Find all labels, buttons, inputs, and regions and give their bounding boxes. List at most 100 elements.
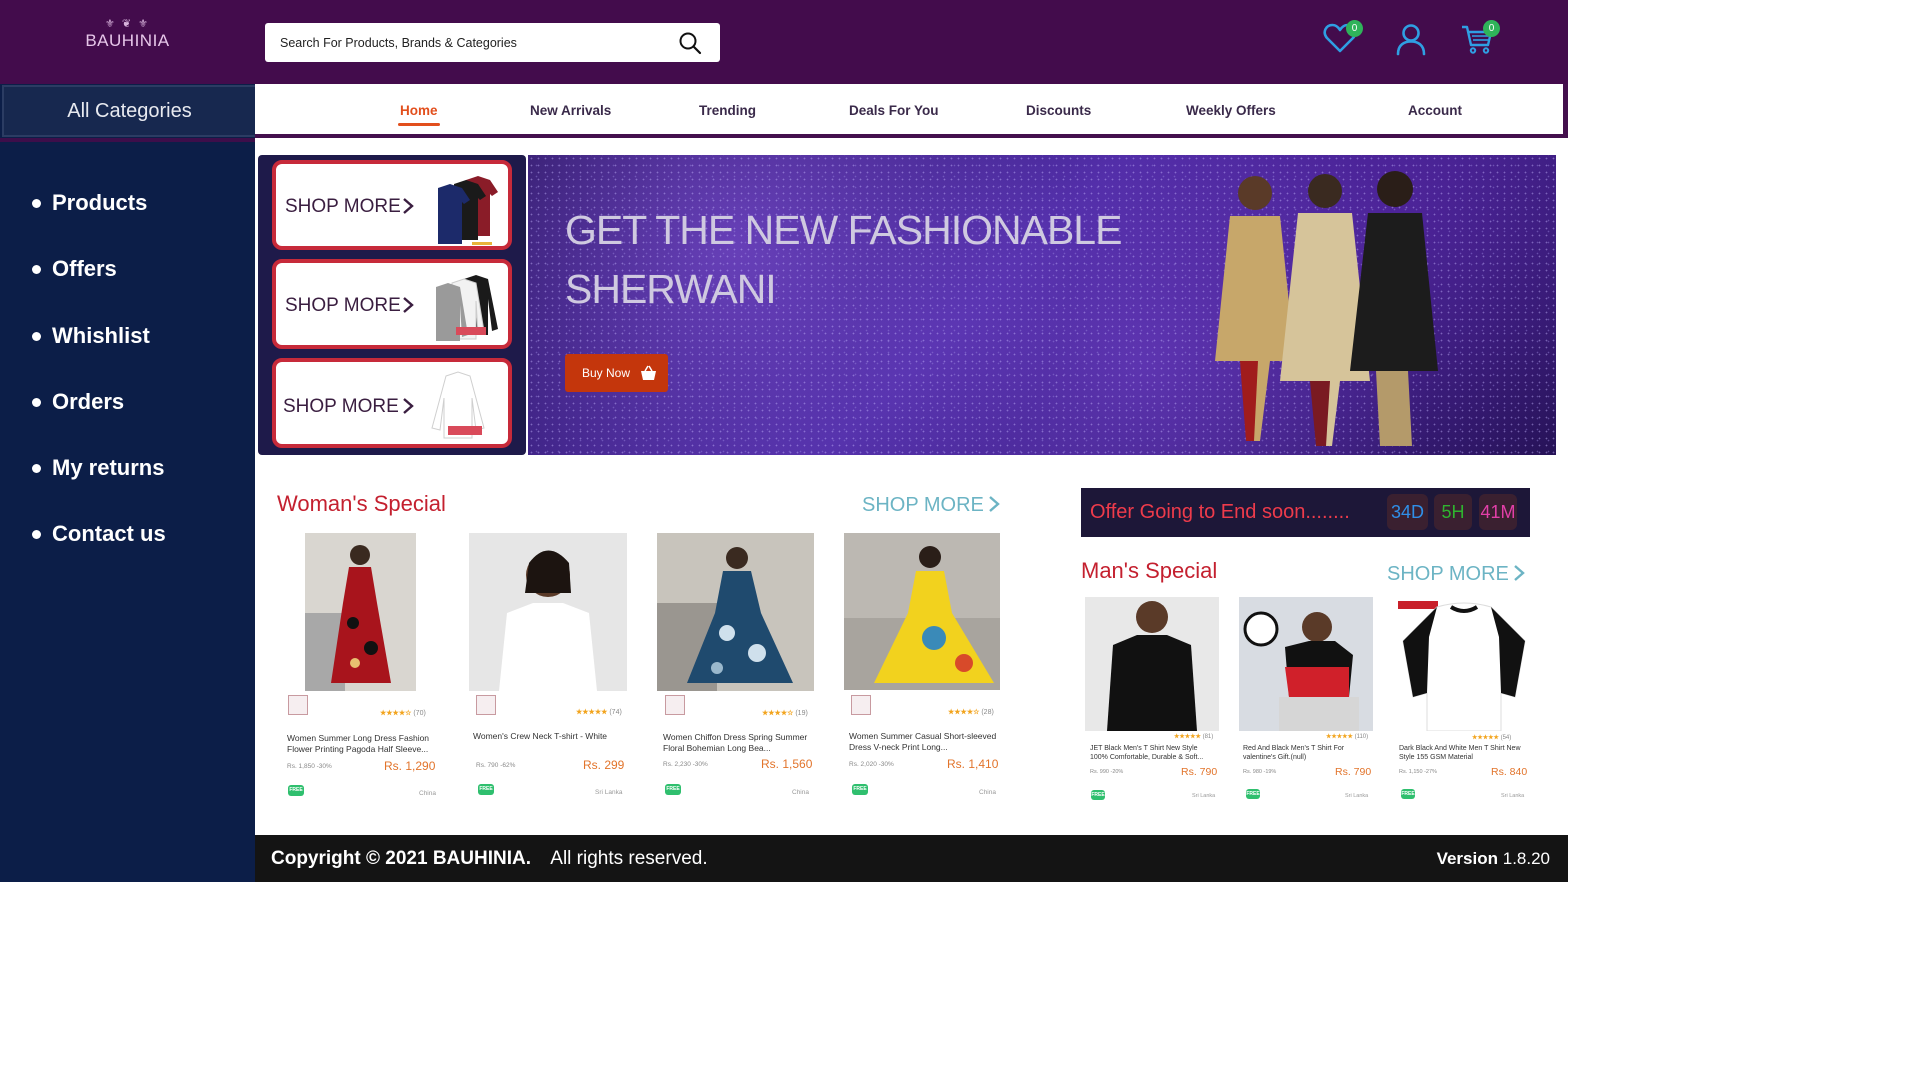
polo-shirts-image	[438, 176, 498, 245]
hero-title: GET THE NEW FASHIONABLE SHERWANI	[565, 207, 1122, 312]
product-name: Dark Black And White Men T Shirt New Sty…	[1399, 745, 1521, 761]
free-shipping-badge: FREE	[1401, 789, 1415, 799]
product-origin: China	[419, 790, 436, 797]
sherwani-models-image	[1215, 171, 1438, 446]
rights-text: All rights reserved.	[550, 848, 708, 869]
mens-special-title: Man's Special	[1081, 558, 1218, 583]
chevron-right-icon	[989, 496, 1000, 512]
copyright-notice: Copyright © 2021 BAUHINIA.	[271, 848, 531, 869]
user-icon	[1396, 24, 1426, 56]
buy-now-label: Buy Now	[582, 366, 631, 380]
product-price: Rs. 299	[583, 758, 625, 772]
countdown-minutes: 41M	[1479, 494, 1517, 530]
promo-card-longsleeve[interactable]: SHOP MORE	[272, 259, 512, 349]
promo-shop-more-label: SHOP MORE	[283, 396, 399, 417]
product-name: Women's Crew Neck T-shirt - White	[473, 731, 608, 741]
basket-icon	[641, 365, 656, 380]
version-label: Version	[1436, 849, 1498, 868]
top-bar: ⚜ ❦ ⚜ BAUHINIA 0 0	[0, 0, 1568, 84]
promo-card-white-tee[interactable]: SHOP MORE	[272, 358, 512, 448]
mens-shop-more-link[interactable]: SHOP MORE	[1387, 563, 1526, 586]
nav-new-arrivals[interactable]: New Arrivals	[530, 103, 611, 118]
product-name: Women Summer Long Dress Fashion Flower P…	[287, 733, 430, 754]
product-price: Rs. 840	[1491, 766, 1528, 778]
search-icon[interactable]	[678, 31, 702, 55]
chevron-right-icon	[403, 198, 414, 214]
black-tshirt-image	[1107, 601, 1197, 731]
product-thumbnail[interactable]	[476, 695, 496, 715]
red-black-tshirt-image	[1243, 611, 1359, 731]
product-old-price: Rs. 1,150 -27%	[1399, 769, 1437, 775]
product-image	[469, 533, 627, 691]
footer: Copyright © 2021 BAUHINIA. All rights re…	[255, 835, 1568, 882]
product-rating: ★★★★☆ (19)	[762, 710, 808, 717]
product-price: Rs. 1,560	[761, 757, 813, 771]
yellow-dress-image	[844, 546, 1000, 690]
search-bar	[265, 23, 720, 62]
product-rating: ★★★★☆ (70)	[380, 710, 426, 717]
sidebar-item-offers[interactable]: Offers	[30, 252, 166, 318]
womens-shop-more-label: SHOP MORE	[862, 494, 984, 516]
product-rating: ★★★★☆ (28)	[948, 709, 994, 716]
product-old-price: Rs. 2,020 -30%	[849, 761, 894, 768]
nav-account[interactable]: Account	[1408, 103, 1462, 118]
cart-count-badge: 0	[1483, 20, 1500, 37]
nav-trending[interactable]: Trending	[699, 103, 756, 118]
chevron-right-icon	[1514, 565, 1525, 581]
product-origin: Sri Lanka	[1345, 793, 1369, 799]
wishlist-button[interactable]: 0	[1323, 20, 1363, 56]
promo-card-polo[interactable]: SHOP MORE	[272, 160, 512, 250]
nav-discounts[interactable]: Discounts	[1026, 103, 1091, 118]
logo-ornament: ⚜ ❦ ⚜	[104, 18, 151, 30]
cart-button[interactable]: 0	[1460, 20, 1500, 56]
sidebar-item-wishlist[interactable]: Whishlist	[30, 319, 166, 385]
product-old-price: Rs. 1,850 -30%	[287, 763, 332, 770]
countdown-hours: 5H	[1434, 494, 1472, 530]
womens-shop-more-link[interactable]: SHOP MORE	[862, 494, 1001, 517]
raglan-tshirt-image	[1398, 601, 1526, 731]
sidebar-menu: Products Offers Whishlist Orders My retu…	[30, 186, 166, 584]
buy-now-button[interactable]: Buy Now	[565, 354, 668, 392]
promo-panel: SHOP MORE SHOP MORE SHOP MORE	[258, 155, 526, 455]
product-image	[305, 533, 416, 691]
logo-text: BAUHINIA	[85, 31, 170, 50]
chevron-right-icon	[403, 297, 414, 313]
search-input[interactable]	[265, 23, 665, 62]
all-categories-button[interactable]: All Categories	[2, 85, 255, 137]
wishlist-count-badge: 0	[1346, 20, 1363, 37]
womens-special-title: Woman's Special	[277, 491, 446, 516]
sidebar-item-orders[interactable]: Orders	[30, 385, 166, 451]
product-rating: ★★★★★ (110)	[1326, 734, 1369, 740]
product-image	[1397, 597, 1531, 731]
nav-home[interactable]: Home	[398, 103, 440, 126]
red-floral-dress-image	[305, 545, 391, 691]
product-image	[657, 533, 814, 691]
product-name: JET Black Men's T Shirt New Style 100% C…	[1090, 745, 1204, 761]
blue-floral-dress-image	[657, 547, 793, 691]
free-shipping-badge: FREE	[1091, 790, 1105, 800]
sidebar-item-products[interactable]: Products	[30, 186, 166, 252]
sidebar-item-my-returns[interactable]: My returns	[30, 451, 166, 517]
product-image	[844, 533, 1000, 690]
account-button[interactable]	[1394, 22, 1430, 56]
free-shipping-badge: FREE	[288, 785, 304, 796]
product-rating: ★★★★★ (74)	[576, 709, 622, 716]
product-thumbnail[interactable]	[288, 695, 308, 715]
sidebar-item-contact-us[interactable]: Contact us	[30, 517, 166, 583]
chevron-right-icon	[403, 398, 414, 414]
product-thumbnail[interactable]	[851, 695, 871, 715]
free-shipping-badge: FREE	[1246, 789, 1260, 799]
logo[interactable]: ⚜ ❦ ⚜ BAUHINIA	[70, 18, 185, 66]
divider	[0, 138, 255, 142]
nav-bar: Home New Arrivals Trending Deals For You…	[255, 84, 1568, 138]
product-thumbnail[interactable]	[665, 695, 685, 715]
version-number: 1.8.20	[1502, 849, 1550, 868]
product-name: Women Chiffon Dress Spring Summer Floral…	[663, 732, 808, 753]
product-old-price: Rs. 2,230 -30%	[663, 761, 708, 768]
product-old-price: Rs. 980 -19%	[1243, 769, 1277, 775]
longsleeve-shirts-image	[436, 275, 498, 341]
product-old-price: Rs. 790 -62%	[476, 762, 516, 769]
nav-weekly-offers[interactable]: Weekly Offers	[1186, 103, 1276, 118]
nav-deals-for-you[interactable]: Deals For You	[849, 103, 939, 118]
product-image	[1085, 597, 1219, 731]
